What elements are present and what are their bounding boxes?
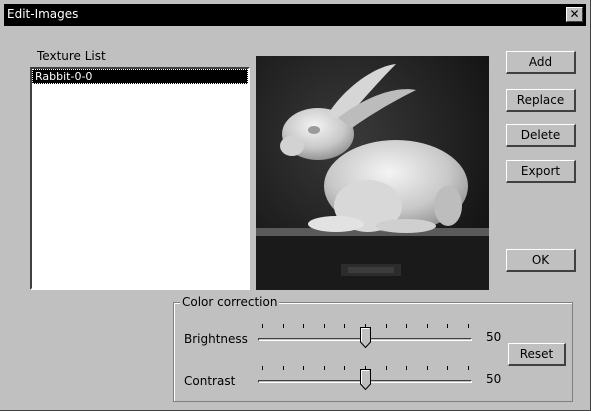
color-correction-title: Color correction [180, 295, 280, 309]
brightness-tick [283, 324, 284, 328]
brightness-thumb[interactable] [360, 327, 371, 348]
close-button[interactable]: ✕ [566, 7, 583, 22]
contrast-tick [447, 366, 448, 370]
export-button[interactable]: Export [506, 160, 576, 183]
brightness-tick [303, 324, 304, 328]
contrast-slider[interactable] [258, 364, 472, 390]
add-button[interactable]: Add [506, 51, 576, 74]
delete-button[interactable]: Delete [506, 124, 576, 147]
brightness-tick [324, 324, 325, 328]
contrast-tick [303, 366, 304, 370]
brightness-tick [406, 324, 407, 328]
contrast-tick [283, 366, 284, 370]
contrast-tick [468, 366, 469, 370]
texture-list-label: Texture List [37, 49, 106, 63]
reset-button[interactable]: Reset [508, 343, 566, 366]
brightness-tick [427, 324, 428, 328]
texture-preview [256, 56, 489, 290]
edit-images-dialog: Edit-Images ✕ Texture List Rabbit-0-0 Ad… [0, 0, 591, 411]
contrast-tick [344, 366, 345, 370]
list-item[interactable]: Rabbit-0-0 [32, 69, 248, 84]
contrast-tick [406, 366, 407, 370]
contrast-tick [324, 366, 325, 370]
rabbit-image [256, 56, 489, 290]
brightness-label: Brightness [184, 332, 248, 346]
contrast-tick [427, 366, 428, 370]
replace-button[interactable]: Replace [506, 89, 576, 112]
contrast-tick [262, 366, 263, 370]
contrast-tick [386, 366, 387, 370]
contrast-thumb[interactable] [360, 369, 371, 390]
close-icon: ✕ [569, 7, 580, 21]
brightness-value: 50 [486, 330, 502, 344]
brightness-tick [447, 324, 448, 328]
brightness-tick [468, 324, 469, 328]
brightness-tick [344, 324, 345, 328]
brightness-tick [262, 324, 263, 328]
brightness-tick [386, 324, 387, 328]
texture-listbox[interactable]: Rabbit-0-0 [30, 67, 250, 290]
contrast-value: 50 [486, 372, 502, 386]
contrast-label: Contrast [184, 374, 236, 388]
title-bar[interactable]: Edit-Images ✕ [4, 4, 586, 26]
window-title: Edit-Images [7, 7, 79, 21]
brightness-slider[interactable] [258, 322, 472, 348]
ok-button[interactable]: OK [506, 249, 576, 272]
